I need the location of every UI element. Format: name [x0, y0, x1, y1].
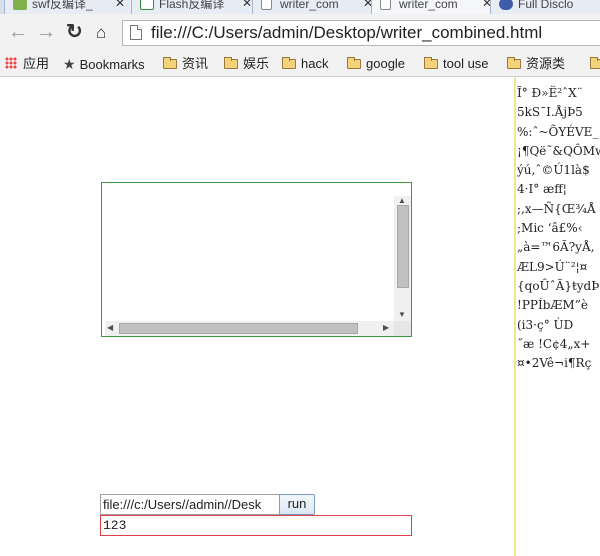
garbage-line: {qoÛˆÃ}ŧydÞ	[517, 278, 600, 293]
scroll-down-icon[interactable]: ▼	[398, 310, 406, 319]
tab-label: swf反编译_	[32, 0, 93, 11]
garbage-line: ¡¶Që˜&QÔMw	[517, 143, 600, 158]
vertical-scrollbar[interactable]: ▲ ▼	[394, 196, 411, 322]
bookmark-google[interactable]: google	[347, 56, 405, 72]
tab-label: Full Disclo	[518, 0, 574, 11]
garbage-line: 4·I° æff¦	[517, 182, 567, 197]
bookmark-entertainment[interactable]: 娱乐	[224, 56, 269, 72]
tab-flash-decompile[interactable]: Flash反编译 ✕	[131, 0, 261, 14]
binary-text-pane: Ĩ° Ð»Ë²ˆX¨ 5kS¯I.ÅjÞ5 %:ˆ~ÕYÉVE_ ¡¶Që˜&Q…	[517, 84, 600, 384]
garbage-line: ˝æ !C¢4„x+	[517, 336, 591, 351]
garbage-line: ;,x—Ñ{Œ¾Å	[517, 201, 596, 216]
garbage-line: ;Mic ‘â£%‹	[517, 221, 583, 236]
arrow-left-icon[interactable]: ←	[8, 22, 28, 42]
folder-icon	[590, 57, 600, 69]
scroll-right-icon[interactable]: ▶	[383, 323, 389, 332]
result-field[interactable]: 123	[100, 515, 412, 536]
tab-writer-combined-1[interactable]: writer_com ✕	[252, 0, 382, 14]
garbage-line: (i3·ç° ÙD	[517, 317, 574, 332]
reload-icon[interactable]: ↻	[66, 22, 83, 42]
folder-icon	[507, 57, 521, 69]
url-text[interactable]: file:///C:/Users/admin/Desktop/writer_co…	[151, 23, 542, 43]
tab-strip: swf反编译_ ✕ Flash反编译 ✕ writer_com ✕ writer…	[0, 0, 600, 14]
folder-icon	[282, 57, 296, 69]
sprout-icon	[13, 0, 27, 10]
bookmark-bookmarks[interactable]: ★ Bookmarks	[63, 56, 145, 72]
garbage-line: !PPÍbÆM”è	[517, 298, 588, 313]
home-icon[interactable]: ⌂	[96, 23, 106, 43]
flash-file-icon	[140, 0, 154, 10]
folder-icon	[224, 57, 238, 69]
garbage-line: ¤•2Vê¬i¶Rç	[517, 356, 592, 371]
tab-label: writer_com	[280, 0, 339, 11]
horizontal-scroll-thumb[interactable]	[119, 323, 358, 334]
bookmark-apps[interactable]: 应用	[5, 56, 49, 72]
flash-object-box[interactable]: ▲ ▼ ◀ ▶	[101, 182, 412, 337]
folder-icon	[347, 57, 361, 69]
path-input[interactable]: file:///c:/Users//admin//Desk	[100, 494, 280, 515]
folder-icon	[163, 57, 177, 69]
tab-label: Flash反编译	[159, 0, 225, 11]
tab-label: writer_com	[399, 0, 458, 11]
garbage-line: ÆL9>Ú¨²¦¤	[517, 259, 588, 274]
bookmark-resources[interactable]: 资源类	[507, 56, 565, 72]
star-icon: ★	[63, 56, 76, 72]
scroll-left-icon[interactable]: ◀	[107, 323, 113, 332]
close-icon[interactable]: ✕	[242, 0, 252, 9]
arrow-right-icon[interactable]: →	[36, 22, 56, 42]
page-content: ▲ ▼ ◀ ▶ file:///c:/Users//admin//Desk ru…	[0, 77, 600, 556]
vertical-scroll-thumb[interactable]	[397, 205, 409, 288]
run-button[interactable]: run	[279, 494, 315, 515]
folder-icon	[424, 57, 438, 69]
eye-icon	[499, 0, 513, 10]
page-icon	[261, 0, 272, 10]
garbage-line: „à=™6Ã?yÅ,	[517, 240, 595, 255]
apps-grid-icon	[5, 57, 17, 69]
browser-toolbar: ← → ↻ ⌂ file:///C:/Users/admin/Desktop/w…	[0, 14, 600, 53]
bookmark-news[interactable]: 资讯	[163, 56, 208, 72]
tab-swf-decompile[interactable]: swf反编译_ ✕	[4, 0, 134, 14]
garbage-line: Ĩ° Ð»Ë²ˆX¨	[517, 86, 583, 100]
bookmark-hack[interactable]: hack	[282, 56, 328, 72]
bookmark-tool-use[interactable]: tool use	[424, 56, 489, 72]
address-bar[interactable]: file:///C:/Users/admin/Desktop/writer_co…	[122, 20, 600, 46]
scroll-up-icon[interactable]: ▲	[398, 196, 406, 205]
tab-writer-combined-2[interactable]: writer_com ✕	[371, 0, 501, 14]
close-icon[interactable]: ✕	[115, 0, 125, 9]
bookmark-overflow[interactable]	[590, 56, 600, 72]
tab-full-disclosure[interactable]: Full Disclo	[490, 0, 600, 14]
garbage-line: 5kS¯I.ÅjÞ5	[517, 105, 583, 120]
horizontal-scrollbar[interactable]: ◀ ▶	[105, 321, 394, 336]
garbage-line: %:ˆ~ÕYÉVE_	[517, 124, 599, 139]
scrollbar-corner	[394, 321, 411, 336]
page-icon	[380, 0, 391, 10]
bookmarks-bar: 应用 ★ Bookmarks 资讯 娱乐 hack google tool use…	[0, 52, 600, 77]
frame-divider	[514, 77, 516, 556]
page-icon	[130, 25, 142, 40]
garbage-line: ýú,ˆ©Ú1là$	[517, 163, 590, 178]
